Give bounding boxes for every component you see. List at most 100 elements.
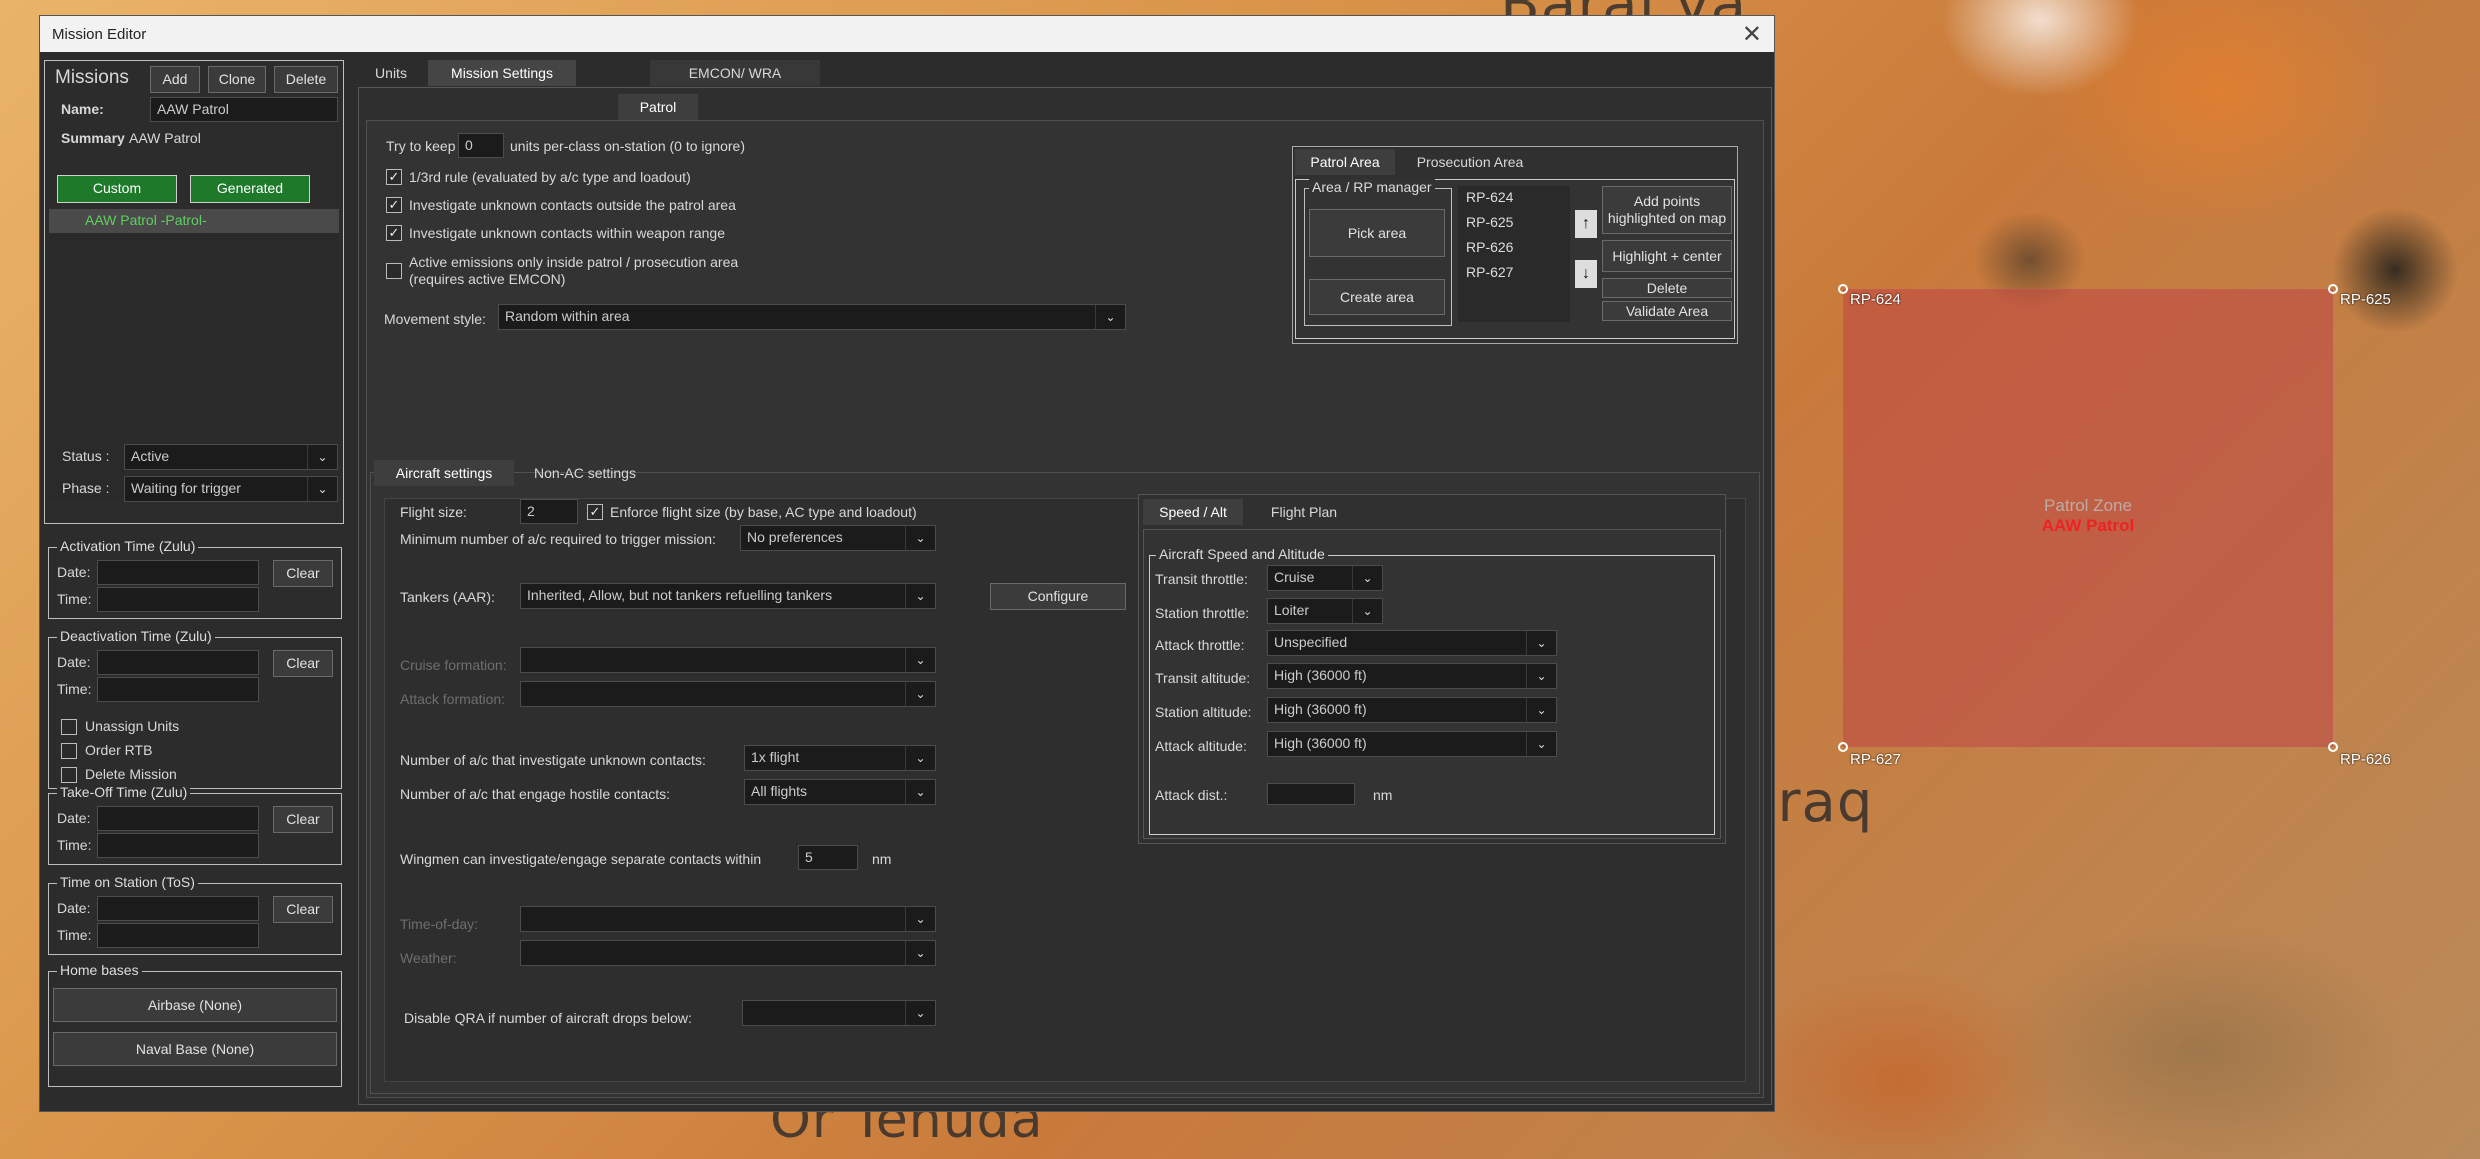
tankers-value: Inherited, Allow, but not tankers refuel… — [527, 587, 833, 603]
tab-units[interactable]: Units — [360, 60, 422, 86]
activation-time-input[interactable] — [97, 587, 259, 612]
time-of-day-select[interactable]: ⌄ — [520, 906, 936, 932]
attack-altitude-label: Attack altitude: — [1155, 738, 1247, 754]
deactivation-date-input[interactable] — [97, 650, 259, 675]
move-down-icon[interactable]: ↓ — [1575, 260, 1597, 288]
tab-emcon-wra[interactable]: EMCON/ WRA — [650, 60, 820, 86]
weather-select[interactable]: ⌄ — [520, 940, 936, 966]
rp-list-item[interactable]: RP-627 — [1458, 261, 1570, 285]
attack-throttle-select[interactable]: Unspecified ⌄ — [1267, 630, 1557, 656]
move-up-icon[interactable]: ↑ — [1575, 210, 1597, 238]
tab-prosecution-area[interactable]: Prosecution Area — [1405, 149, 1535, 175]
qra-select[interactable]: ⌄ — [742, 1000, 936, 1026]
deactivation-clear-button[interactable]: Clear — [273, 650, 333, 677]
tos-clear-button[interactable]: Clear — [273, 896, 333, 923]
add-mission-button[interactable]: Add — [150, 66, 200, 93]
activation-date-input[interactable] — [97, 560, 259, 585]
airbase-button[interactable]: Airbase (None) — [53, 988, 337, 1022]
activation-time-title: Activation Time (Zulu) — [57, 538, 199, 554]
weather-label: Weather: — [400, 950, 457, 966]
validate-area-button[interactable]: Validate Area — [1602, 301, 1732, 321]
takeoff-clear-button[interactable]: Clear — [273, 806, 333, 833]
delete-mission-checkbox[interactable] — [61, 767, 77, 783]
investigate-outside-checkbox[interactable]: ✓ — [386, 197, 402, 213]
rp-marker[interactable] — [2328, 284, 2338, 294]
attack-altitude-select[interactable]: High (36000 ft) ⌄ — [1267, 731, 1557, 757]
tos-group: Time on Station (ToS) Date: Clear Time: — [48, 874, 342, 955]
min-aircraft-select[interactable]: No preferences ⌄ — [740, 525, 936, 551]
tab-patrol-area[interactable]: Patrol Area — [1295, 149, 1395, 175]
close-icon[interactable]: ✕ — [1742, 20, 1762, 49]
rp-list-item[interactable]: RP-625 — [1458, 211, 1570, 235]
delete-rp-button[interactable]: Delete — [1602, 278, 1732, 298]
status-value: Active — [131, 448, 170, 464]
keep-units-input[interactable]: 0 — [458, 133, 504, 158]
rp-marker[interactable] — [2328, 742, 2338, 752]
naval-base-button[interactable]: Naval Base (None) — [53, 1032, 337, 1066]
enforce-flight-size-checkbox[interactable]: ✓ — [587, 504, 603, 520]
configure-button[interactable]: Configure — [990, 583, 1126, 610]
tankers-select[interactable]: Inherited, Allow, but not tankers refuel… — [520, 583, 936, 609]
activation-time-group: Activation Time (Zulu) Date: Clear Time: — [48, 538, 342, 619]
transit-throttle-select[interactable]: Cruise ⌄ — [1267, 565, 1383, 591]
patrol-zone[interactable]: Patrol Zone AAW Patrol — [1843, 289, 2333, 747]
movement-style-select[interactable]: Random within area ⌄ — [498, 304, 1126, 330]
mission-name-input[interactable]: AAW Patrol — [150, 97, 338, 122]
station-altitude-select[interactable]: High (36000 ft) ⌄ — [1267, 697, 1557, 723]
tab-speed-alt[interactable]: Speed / Alt — [1143, 499, 1243, 525]
summary-label: Summary — [61, 130, 125, 146]
phase-label: Phase : — [62, 480, 110, 496]
tab-aircraft-settings[interactable]: Aircraft settings — [374, 460, 514, 486]
transit-altitude-select[interactable]: High (36000 ft) ⌄ — [1267, 663, 1557, 689]
highlight-center-button[interactable]: Highlight + center — [1602, 240, 1732, 272]
patrol-area-container: Patrol Area Prosecution Area Area / RP m… — [1292, 146, 1738, 344]
create-area-button[interactable]: Create area — [1309, 279, 1445, 315]
phase-select[interactable]: Waiting for trigger ⌄ — [124, 476, 338, 502]
title-bar[interactable]: Mission Editor ✕ — [40, 16, 1774, 52]
tos-date-input[interactable] — [97, 896, 259, 921]
investigate-within-label: Investigate unknown contacts within weap… — [409, 225, 725, 241]
tos-time-input[interactable] — [97, 923, 259, 948]
attack-formation-select[interactable]: ⌄ — [520, 681, 936, 707]
custom-button[interactable]: Custom — [57, 175, 177, 203]
pick-area-button[interactable]: Pick area — [1309, 209, 1445, 257]
status-select[interactable]: Active ⌄ — [124, 444, 338, 470]
activation-clear-button[interactable]: Clear — [273, 560, 333, 587]
tab-patrol[interactable]: Patrol — [618, 94, 698, 120]
takeoff-date-input[interactable] — [97, 806, 259, 831]
engage-count-select[interactable]: All flights ⌄ — [744, 779, 936, 805]
active-emissions-checkbox[interactable] — [386, 263, 402, 279]
order-rtb-checkbox[interactable] — [61, 743, 77, 759]
rp-marker[interactable] — [1838, 284, 1848, 294]
wingmen-distance-input[interactable]: 5 — [798, 845, 858, 870]
cruise-formation-select[interactable]: ⌄ — [520, 647, 936, 673]
wingmen-label: Wingmen can investigate/engage separate … — [400, 851, 762, 867]
investigate-within-checkbox[interactable]: ✓ — [386, 225, 402, 241]
time-label: Time: — [57, 837, 92, 853]
clone-mission-button[interactable]: Clone — [208, 66, 266, 93]
attack-distance-input[interactable] — [1267, 783, 1355, 805]
mission-list-item[interactable]: AAW Patrol -Patrol- — [49, 209, 339, 233]
home-bases-title: Home bases — [57, 962, 142, 978]
unassign-units-checkbox[interactable] — [61, 719, 77, 735]
attack-altitude-value: High (36000 ft) — [1274, 735, 1367, 751]
rp-list[interactable]: RP-624 RP-625 RP-626 RP-627 — [1458, 186, 1570, 322]
deactivation-time-title: Deactivation Time (Zulu) — [57, 628, 215, 644]
third-rule-checkbox[interactable]: ✓ — [386, 169, 402, 185]
tab-non-ac-settings[interactable]: Non-AC settings — [520, 460, 650, 486]
add-points-button[interactable]: Add points highlighted on map — [1602, 186, 1732, 234]
deactivation-time-input[interactable] — [97, 677, 259, 702]
generated-button[interactable]: Generated — [190, 175, 310, 203]
investigate-count-select[interactable]: 1x flight ⌄ — [744, 745, 936, 771]
tab-mission-settings[interactable]: Mission Settings — [428, 60, 576, 86]
station-altitude-value: High (36000 ft) — [1274, 701, 1367, 717]
rp-label: RP-626 — [2340, 751, 2391, 768]
rp-list-item[interactable]: RP-626 — [1458, 236, 1570, 260]
tab-flight-plan[interactable]: Flight Plan — [1249, 499, 1359, 525]
rp-marker[interactable] — [1838, 742, 1848, 752]
delete-mission-button[interactable]: Delete — [274, 66, 338, 93]
rp-list-item[interactable]: RP-624 — [1458, 186, 1570, 210]
flight-size-input[interactable]: 2 — [520, 499, 578, 524]
station-throttle-select[interactable]: Loiter ⌄ — [1267, 598, 1383, 624]
takeoff-time-input[interactable] — [97, 833, 259, 858]
